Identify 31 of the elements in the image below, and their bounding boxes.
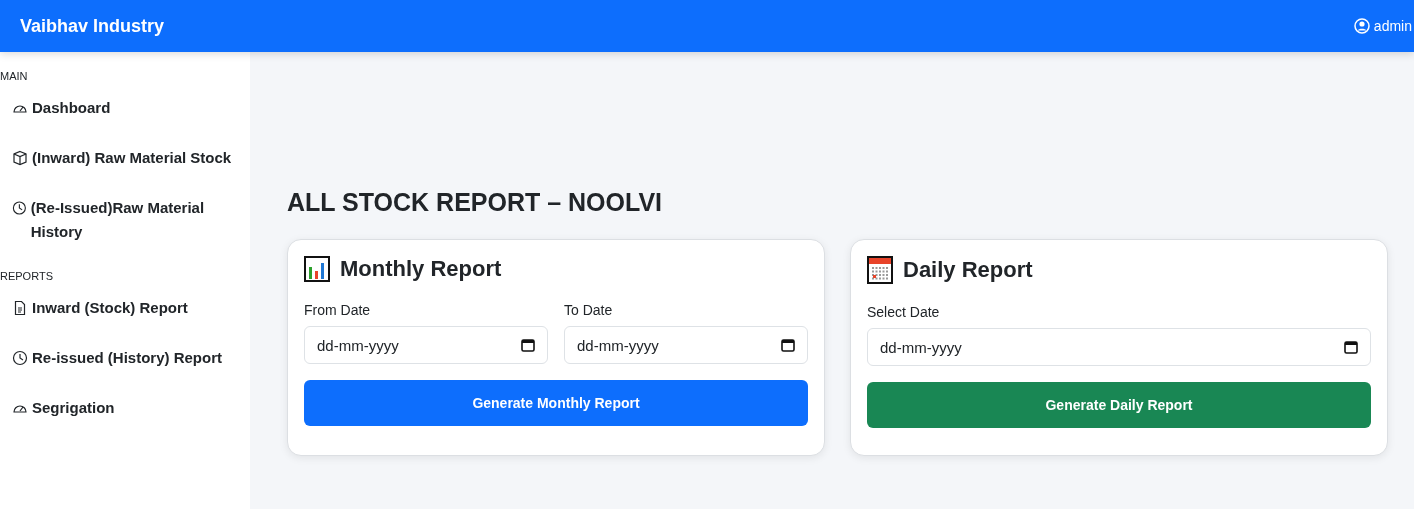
box-icon	[12, 150, 28, 166]
sidebar-heading: REPORTS	[0, 270, 54, 282]
clock-icon	[12, 200, 27, 216]
card-title: Daily Report	[903, 257, 1033, 283]
field-label: Select Date	[867, 304, 941, 320]
card-title: Monthly Report	[340, 256, 502, 282]
page-title: ALL STOCK REPORT – NOOLVI	[287, 188, 664, 217]
sidebar-item[interactable]: Dashboard	[0, 96, 250, 120]
user-icon	[1353, 18, 1370, 34]
calendar-icon	[867, 256, 893, 284]
document-icon	[12, 300, 28, 316]
sidebar-item[interactable]: Re-issued (History) Report	[0, 346, 250, 370]
calendar-icon	[781, 338, 795, 352]
clock-icon	[12, 350, 28, 366]
sidebar-item[interactable]: Segrigation	[0, 396, 250, 420]
field-label: To Date	[564, 302, 614, 318]
sidebar-heading: MAIN	[0, 70, 29, 82]
generate-button[interactable]: Generate Daily Report	[867, 382, 1371, 428]
user-menu[interactable]: admin	[1353, 18, 1412, 34]
generate-button[interactable]: Generate Monthly Report	[304, 380, 808, 426]
calendar-icon	[1344, 340, 1358, 354]
bar-chart-icon	[304, 256, 330, 282]
brand-name: Vaibhav Industry	[20, 15, 165, 37]
sidebar-item[interactable]: (Inward) Raw Material Stock	[0, 146, 250, 170]
sidebar-item[interactable]: Inward (Stock) Report	[0, 296, 250, 320]
sidebar-item[interactable]: (Re-Issued)Raw Material History	[0, 196, 250, 244]
date-field[interactable]: dd-mm-yyyy	[564, 326, 808, 364]
date-field[interactable]: dd-mm-yyyy	[867, 328, 1371, 366]
field-label: From Date	[304, 302, 372, 318]
date-field[interactable]: dd-mm-yyyy	[304, 326, 548, 364]
calendar-icon	[521, 338, 535, 352]
